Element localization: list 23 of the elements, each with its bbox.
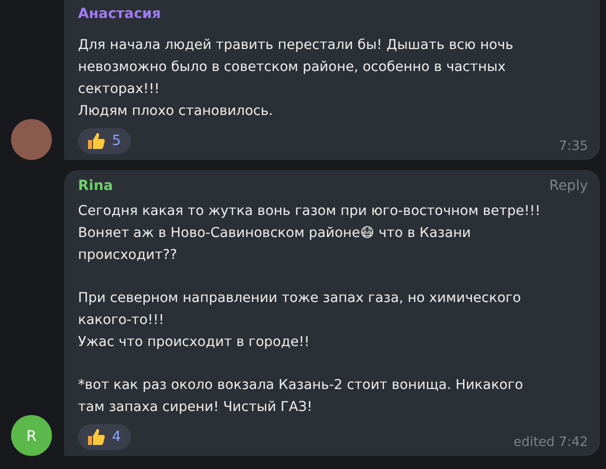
author-name[interactable]: Анастасия <box>78 6 161 22</box>
reply-button[interactable]: Reply <box>549 178 588 194</box>
message-time: edited 7:42 <box>513 435 588 450</box>
message-text: При северном направлении тоже запах газа, но химического <box>78 289 522 308</box>
message-text: секторах!!! <box>78 80 161 99</box>
message-time: 7:35 <box>558 139 588 154</box>
avatar[interactable]: R <box>11 415 52 456</box>
author-name[interactable]: Rina <box>78 178 113 194</box>
thumbs-up-icon <box>86 131 106 151</box>
reaction-button[interactable]: 4 <box>78 424 131 450</box>
message-text: невозможно было в советском районе, особенно в частных <box>78 58 507 77</box>
message-text: происходит?? <box>78 246 178 265</box>
message-text: *вот как раз около вокзала Казань-2 стоит вонища. Никакого <box>78 376 524 395</box>
message-text: там запаха сирени! Чистый ГАЗ! <box>78 398 314 417</box>
avatar-photo-placeholder[interactable] <box>11 119 52 160</box>
message-text: Для начала людей травить перестали бы! Дышать всю ночь <box>78 36 514 55</box>
message-text: Сегодня какая то жутка вонь газом при юго-восточном ветре!!! <box>78 202 542 221</box>
message-text: Ужас что происходит в городе!! <box>78 333 311 352</box>
message-text: Людям плохо становилось. <box>78 102 274 121</box>
reaction-button[interactable]: 5 <box>78 128 131 154</box>
thumbs-up-icon <box>86 427 106 447</box>
message-text: Воняет аж в Ново-Савиновском районе😷 что в Казани <box>78 224 472 243</box>
message-text: какого-то!!! <box>78 311 166 330</box>
